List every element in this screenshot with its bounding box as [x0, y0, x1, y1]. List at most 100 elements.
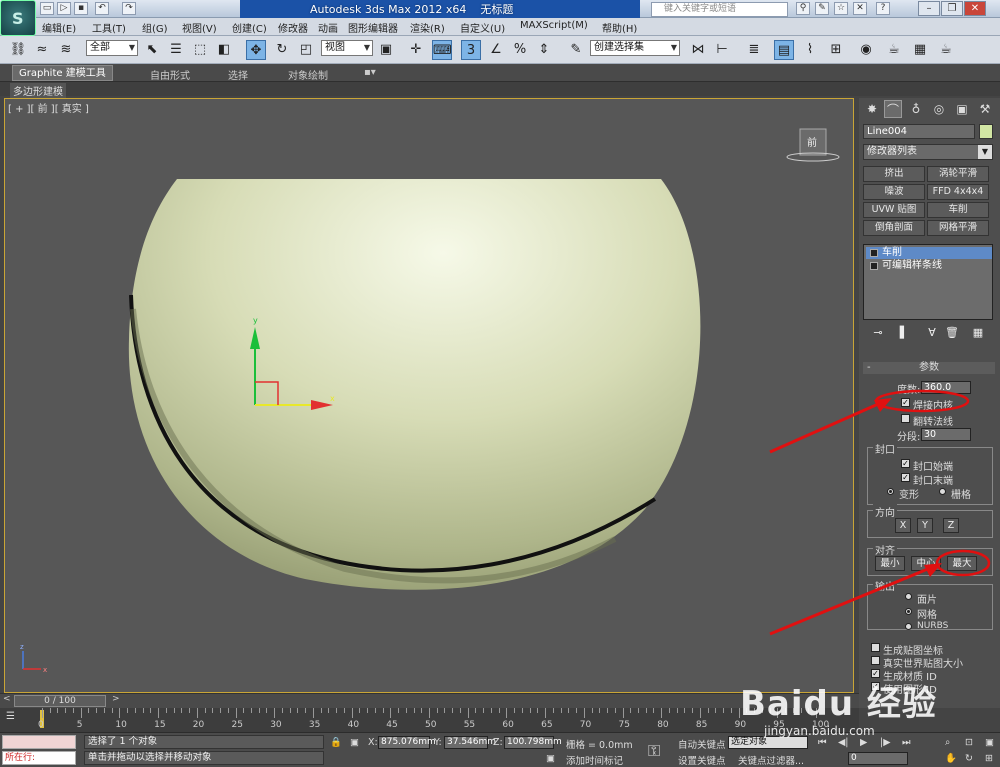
timeline-tick-label: 25 — [231, 720, 243, 730]
timeline-tick — [390, 708, 392, 718]
selection-status: 选择了 1 个对象 — [84, 735, 324, 749]
timeline-tick-label: 20 — [192, 720, 205, 730]
time-slider[interactable]: < 0 / 100 > — [0, 693, 859, 708]
timeline-tick — [506, 708, 508, 718]
watermark-brand: Baidu 经验 — [740, 684, 937, 724]
timeline-tick — [196, 708, 198, 718]
timeline-tick — [607, 708, 609, 713]
timeline-tick — [204, 708, 206, 713]
timeline-tick — [730, 708, 732, 713]
prev-frame-icon[interactable]: < — [3, 694, 11, 704]
baidu-watermark: Baidu 经验 jingyan.baidu.com — [740, 672, 970, 744]
track-bar[interactable]: ☰ 0 5 10 15 20 25 30 35 40 45 50 55 60 65 70 75 80 85 90 95… — [0, 708, 859, 732]
timeline-tick — [576, 708, 578, 713]
timeline-tick — [189, 708, 191, 713]
timeline-tick — [676, 708, 678, 713]
pan-icon[interactable]: ✋ — [945, 753, 957, 764]
timeline-tick — [630, 708, 632, 713]
orbit-icon[interactable]: ↻ — [965, 753, 973, 764]
timeline-tick — [96, 708, 98, 713]
grid-status: 栅格 = 0.0mm — [566, 740, 633, 751]
timeline-tick — [57, 708, 59, 713]
timeline-tick-label: 45 — [386, 720, 398, 730]
x-label: X: — [368, 737, 378, 748]
annotation-circle-max — [935, 549, 991, 577]
timeline-tick — [599, 708, 601, 713]
maximize-viewport-icon[interactable]: ▣ — [985, 737, 994, 748]
timeline-tick — [305, 708, 307, 713]
timeline-tick — [250, 708, 252, 713]
timeline-tick — [42, 708, 43, 718]
set-key-button[interactable]: 设置关键点 — [678, 753, 726, 767]
y-coord-field[interactable]: 37.546mm — [444, 736, 496, 749]
timeline-tick — [212, 708, 214, 713]
timeline-tick — [514, 708, 516, 713]
timeline-tick — [661, 708, 663, 718]
timeline-tick — [444, 708, 446, 713]
abs-mode-icon[interactable]: ▣ — [350, 737, 359, 748]
timeline-tick — [165, 708, 167, 713]
timeline-tick — [452, 708, 454, 713]
next-frame-icon[interactable]: > — [112, 694, 120, 704]
timeline-tick — [173, 708, 175, 713]
key-filters-button[interactable]: 关键点过滤器... — [738, 753, 804, 767]
timeline-tick — [274, 708, 276, 718]
auto-key-button[interactable]: 自动关键点 — [678, 737, 726, 751]
timeline-tick — [475, 708, 477, 713]
timeline-tick — [88, 708, 90, 713]
timeline-tick — [545, 708, 547, 718]
timeline-tick — [103, 708, 105, 713]
timeline-tick-label: 0 — [38, 720, 44, 730]
annotation-arrowhead-2 — [924, 563, 942, 577]
timeline-tick — [382, 708, 384, 713]
timeline-tick — [707, 708, 709, 713]
timeline-tick-label: 55 — [463, 720, 476, 730]
timeline-tick — [367, 708, 369, 713]
timeline-tick-label: 30 — [270, 720, 282, 730]
timeline-tick-label: 35 — [308, 720, 321, 730]
x-coord-field[interactable]: 875.076mm — [378, 736, 436, 749]
timeline-tick — [359, 708, 361, 713]
key-icon[interactable]: ⚿ — [648, 741, 660, 761]
lock-icon[interactable]: 🔒 — [330, 737, 342, 748]
timeline-tick — [560, 708, 562, 713]
timeline-tick — [320, 708, 322, 713]
current-frame-field[interactable]: 0 — [848, 752, 908, 765]
timeline-tick — [653, 708, 655, 713]
time-tag-icon[interactable]: ▣ — [546, 753, 555, 764]
timeline-tick-label: 10 — [115, 720, 127, 730]
timeline-tick-label: 5 — [76, 720, 83, 730]
timeline-tick-label: 75 — [618, 720, 630, 730]
timeline-tick — [111, 708, 113, 713]
timeline-tick — [699, 708, 701, 718]
timeline-tick — [258, 708, 260, 713]
timeline-tick — [436, 708, 438, 713]
timeline-tick — [398, 708, 400, 713]
listener-line[interactable]: 所在行: — [2, 751, 76, 765]
annotation-arrow-2 — [769, 564, 936, 636]
annotation-circle-weld — [874, 389, 970, 413]
timeline-tick — [281, 708, 283, 713]
annotation-arrowhead-1 — [874, 398, 892, 412]
maximize-toggle-icon[interactable]: ⊞ — [985, 753, 993, 764]
maxscript-listener[interactable] — [2, 735, 76, 749]
timeline-tick — [289, 708, 291, 713]
timeline-tick — [467, 708, 469, 718]
timeline-tick — [243, 708, 245, 713]
prompt-line: 单击并拖动以选择并移动对象 — [84, 751, 324, 765]
timeline-tick — [266, 708, 268, 713]
timeline-tick — [692, 708, 694, 713]
timeline-tick — [529, 708, 531, 713]
z-coord-field[interactable]: 100.798mm — [504, 736, 562, 749]
timeline-tick — [723, 708, 725, 713]
timeline-tick — [343, 708, 345, 713]
time-slider-thumb[interactable]: 0 / 100 — [14, 695, 106, 707]
timeline-tick — [668, 708, 670, 713]
add-time-tag[interactable]: 添加时间标记 — [566, 753, 623, 767]
timeline-tick — [220, 708, 222, 713]
timeline-tick — [637, 708, 639, 713]
timeline-tick — [568, 708, 570, 713]
timeline-tick — [134, 708, 136, 713]
timeline-tick — [552, 708, 554, 713]
mini-curve-editor-icon[interactable]: ☰ — [6, 711, 20, 725]
